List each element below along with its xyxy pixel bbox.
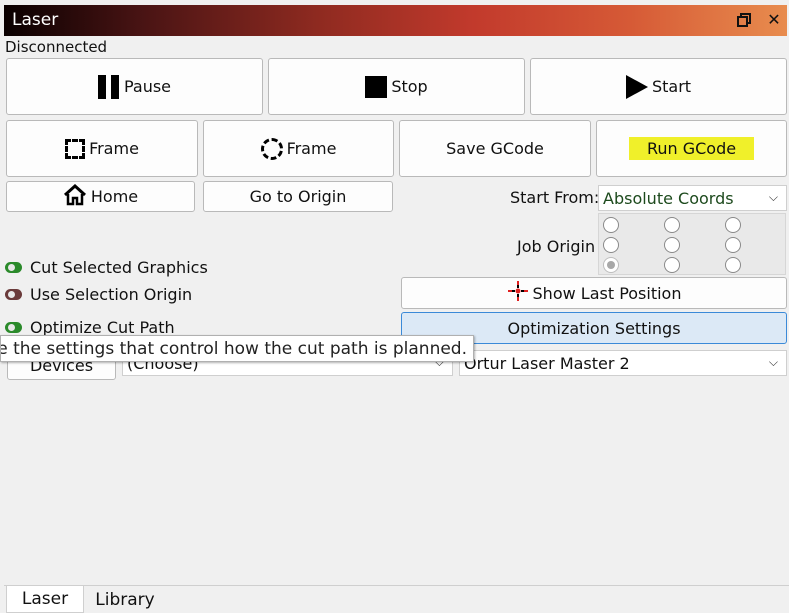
optimization-settings-label: Optimization Settings <box>507 318 681 338</box>
selection-origin-label: Use Selection Origin <box>30 285 193 304</box>
selection-origin-toggle[interactable] <box>5 289 22 300</box>
frame-circle-button[interactable]: Frame <box>203 120 394 177</box>
stop-button[interactable]: Stop <box>268 58 525 115</box>
tab-laser-label: Laser <box>21 589 69 609</box>
job-origin-grid <box>598 213 786 275</box>
origin-bottom-center[interactable] <box>664 257 680 273</box>
home-icon <box>63 183 87 210</box>
run-gcode-button[interactable]: Run GCode <box>596 120 787 177</box>
origin-bottom-right[interactable] <box>725 257 741 273</box>
tab-library-label: Library <box>95 589 155 610</box>
origin-top-left[interactable] <box>603 217 619 233</box>
save-gcode-label: Save GCode <box>446 139 544 158</box>
show-last-position-label: Show Last Position <box>532 283 682 303</box>
origin-middle-left[interactable] <box>603 237 619 253</box>
restore-icon[interactable] <box>735 11 753 29</box>
run-gcode-label: Run GCode <box>628 137 755 160</box>
home-label: Home <box>90 187 139 206</box>
start-from-value: Absolute Coords <box>603 188 734 208</box>
origin-bottom-left[interactable] <box>603 257 619 273</box>
pause-icon <box>97 74 120 99</box>
origin-top-right[interactable] <box>725 217 741 233</box>
start-from-label: Start From: <box>510 188 600 207</box>
device-profile-select[interactable]: Ortur Laser Master 2 ⌵ <box>459 350 787 376</box>
pause-button[interactable]: Pause <box>6 58 263 115</box>
pause-label: Pause <box>123 77 172 96</box>
save-gcode-button[interactable]: Save GCode <box>399 120 591 177</box>
title-bar: Laser ✕ <box>4 5 787 36</box>
frame-rect-label: Frame <box>89 139 139 158</box>
cut-selected-toggle[interactable] <box>5 262 22 273</box>
go-to-origin-label: Go to Origin <box>249 187 347 206</box>
home-button[interactable]: Home <box>6 181 195 212</box>
tab-library[interactable]: Library <box>88 586 162 613</box>
optimize-toggle[interactable] <box>5 322 22 333</box>
bottom-tab-bar: Laser Library <box>4 585 789 613</box>
go-to-origin-button[interactable]: Go to Origin <box>203 181 393 212</box>
job-origin-label: Job Origin <box>517 237 596 256</box>
frame-rect-button[interactable]: Frame <box>6 120 198 177</box>
stop-icon <box>365 75 388 98</box>
origin-center[interactable] <box>664 237 680 253</box>
frame-rectangle-icon <box>65 138 86 159</box>
origin-top-center[interactable] <box>664 217 680 233</box>
window-title: Laser <box>12 10 59 30</box>
chevron-down-icon: ⌵ <box>768 190 778 204</box>
frame-circle-icon <box>260 137 283 160</box>
chevron-down-icon: ⌵ <box>768 355 778 369</box>
close-icon[interactable]: ✕ <box>765 11 783 29</box>
origin-middle-right[interactable] <box>725 237 741 253</box>
device-profile-value: Ortur Laser Master 2 <box>464 353 630 373</box>
play-icon <box>625 74 648 99</box>
start-label: Start <box>651 77 692 96</box>
start-button[interactable]: Start <box>530 58 787 115</box>
cut-selected-label: Cut Selected Graphics <box>30 258 208 277</box>
tab-laser[interactable]: Laser <box>6 586 84 613</box>
frame-circle-label: Frame <box>286 139 337 158</box>
crosshair-icon <box>507 280 529 306</box>
start-from-select[interactable]: Absolute Coords ⌵ <box>598 185 787 211</box>
show-last-position-button[interactable]: Show Last Position <box>401 277 787 309</box>
connection-status: Disconnected <box>5 38 108 56</box>
tooltip-text: ge the settings that control how the cut… <box>0 339 467 359</box>
tooltip: ge the settings that control how the cut… <box>0 335 474 362</box>
stop-label: Stop <box>391 77 428 96</box>
